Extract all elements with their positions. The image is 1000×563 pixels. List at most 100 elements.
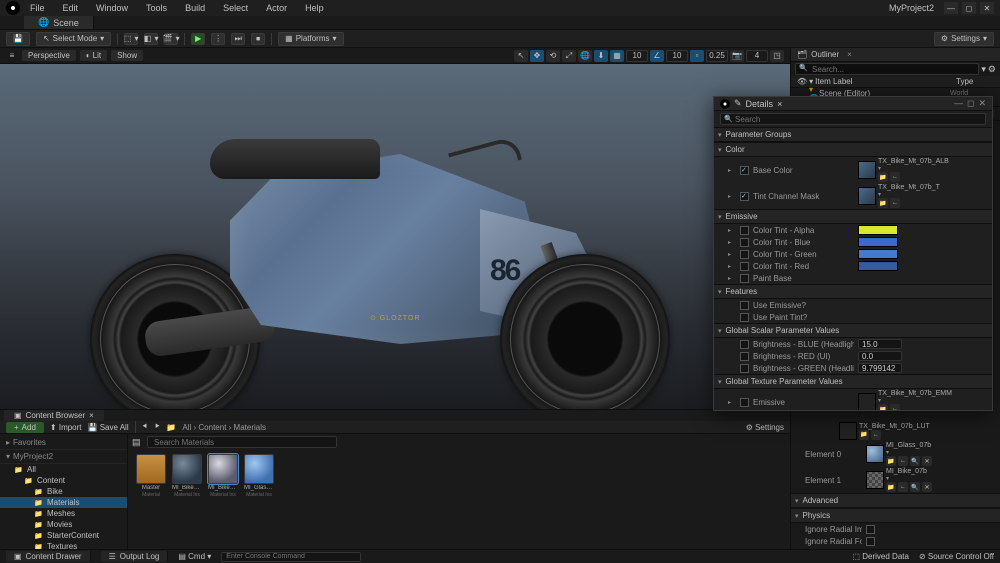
close-icon[interactable]: × — [89, 411, 94, 420]
property-row[interactable]: Element 1MI_Bike_07b▾📁←🔍✕ — [791, 467, 1000, 493]
save-button[interactable]: 💾 — [6, 32, 30, 46]
breadcrumb[interactable]: All › Content › Materials — [182, 423, 266, 432]
tree-item[interactable]: 📁Movies — [0, 519, 127, 530]
tab-content-browser[interactable]: ▣Content Browser× — [4, 410, 104, 421]
asset-tile[interactable]: MI_Glass_07bMaterial Ins — [244, 454, 274, 498]
param-checkbox[interactable] — [740, 352, 749, 361]
section-emissive[interactable]: Emissive — [714, 209, 992, 224]
play-button[interactable]: ▶ — [191, 33, 205, 45]
browse-icon[interactable]: 📁 — [886, 456, 896, 466]
transform-select-button[interactable]: ↖ — [514, 50, 528, 62]
grid-snap-button[interactable]: ▦ — [610, 50, 624, 62]
search-icon[interactable]: 🔍 — [910, 456, 920, 466]
camera-speed-button[interactable]: 📷 — [730, 50, 744, 62]
derived-data-button[interactable]: ⬚ Derived Data — [852, 552, 908, 561]
transform-scale-button[interactable]: ⤢ — [562, 50, 576, 62]
param-checkbox[interactable] — [740, 340, 749, 349]
angle-snap-button[interactable]: ∠ — [650, 50, 664, 62]
source-control-button[interactable]: ⊘ Source Control Off — [919, 552, 994, 561]
maximize-icon[interactable]: ◻ — [962, 2, 976, 14]
outliner-search-input[interactable] — [795, 63, 979, 75]
stop-button[interactable]: ⏹ — [251, 33, 265, 45]
close-icon[interactable]: ✕ — [980, 2, 994, 14]
content-drawer-tab[interactable]: ▣ Content Drawer — [6, 551, 91, 562]
browse-icon[interactable]: 📁 — [859, 430, 869, 440]
settings-icon[interactable]: ⚙ — [988, 64, 996, 75]
viewmode-dropdown[interactable]: ◐Lit — [80, 50, 107, 61]
save-all-button[interactable]: 💾 Save All — [88, 423, 129, 432]
property-row[interactable]: Ignore Radial Impulse — [791, 523, 1000, 535]
add-button[interactable]: +Add — [6, 422, 44, 433]
material-thumb[interactable] — [866, 445, 884, 463]
number-field[interactable]: 9.799142 — [858, 363, 902, 373]
console-input[interactable] — [221, 552, 361, 562]
world-local-toggle[interactable]: 🌐 — [578, 50, 592, 62]
surface-snap-button[interactable]: ⬇ — [594, 50, 608, 62]
platforms-dropdown[interactable]: ▦Platforms▾ — [278, 32, 343, 46]
maximize-icon[interactable]: ◻ — [967, 98, 974, 109]
perspective-dropdown[interactable]: Perspective — [22, 50, 76, 61]
param-checkbox[interactable] — [740, 192, 749, 201]
checkbox[interactable] — [866, 525, 875, 534]
viewport-3d[interactable]: 86 ⊙ GLOZTOR — [0, 64, 790, 409]
grid-snap-value[interactable]: 10 — [626, 50, 648, 62]
reset-icon[interactable]: ✕ — [922, 456, 932, 466]
property-row[interactable]: Ignore Radial Force — [791, 535, 1000, 547]
param-checkbox[interactable] — [740, 313, 749, 322]
asset-tile[interactable]: MI_Bike_07bMaterial Ins — [208, 454, 238, 498]
asset-tile[interactable]: MasterMaterial — [136, 454, 166, 498]
menu-edit[interactable]: Edit — [55, 1, 87, 15]
camera-speed-value[interactable]: 4 — [746, 50, 768, 62]
details-panel[interactable]: ✎ Details × — ◻ ✕ 🔍▦ ⚙ Parameter Groups … — [713, 96, 993, 411]
menu-window[interactable]: Window — [88, 1, 136, 15]
material-thumb[interactable] — [866, 471, 884, 489]
asset-search-input[interactable] — [147, 436, 337, 448]
details-header[interactable]: ✎ Details × — ◻ ✕ — [714, 97, 992, 111]
menu-actor[interactable]: Actor — [258, 1, 295, 15]
section-advanced[interactable]: Advanced — [791, 493, 1000, 508]
filter-icon[interactable]: ▾ — [981, 64, 986, 75]
settings-button[interactable]: ⚙ Settings — [746, 423, 784, 432]
menu-file[interactable]: File — [22, 1, 53, 15]
minimize-icon[interactable]: — — [944, 2, 958, 14]
section-physics[interactable]: Physics — [791, 508, 1000, 523]
tree-item[interactable]: 📁Textures — [0, 541, 127, 549]
minimize-icon[interactable]: — — [954, 98, 963, 109]
param-checkbox[interactable] — [740, 166, 749, 175]
play-options-button[interactable]: ⋮ — [211, 33, 225, 45]
tree-item[interactable]: 📁Meshes — [0, 508, 127, 519]
folder-icon[interactable]: 📁 — [166, 423, 176, 432]
tab-scene[interactable]: 🌐 Scene — [24, 16, 94, 29]
add-content-button[interactable]: ⬚▾ — [124, 33, 138, 45]
output-log-tab[interactable]: ☰ Output Log — [101, 551, 169, 562]
menu-select[interactable]: Select — [215, 1, 256, 15]
section-param-groups[interactable]: Parameter Groups — [714, 127, 992, 142]
color-swatch[interactable] — [858, 237, 898, 247]
menu-tools[interactable]: Tools — [138, 1, 175, 15]
scale-snap-value[interactable]: 0.25 — [706, 50, 728, 62]
tree-item[interactable]: 📁All — [0, 464, 127, 475]
asset-grid[interactable]: MasterMaterialMI_Bike_07bMaterial InsMI_… — [128, 450, 790, 549]
section-features[interactable]: Features — [714, 284, 992, 299]
param-checkbox[interactable] — [740, 398, 749, 407]
history-back-button[interactable]: ⯇ — [142, 422, 148, 432]
select-mode-dropdown[interactable]: ↖Select Mode▾ — [36, 32, 111, 46]
scale-snap-button[interactable]: ▫ — [690, 50, 704, 62]
tab-close-icon[interactable]: × — [777, 99, 782, 109]
step-button[interactable]: ⏭ — [231, 33, 245, 45]
property-row[interactable]: Element 0MI_Glass_07b▾📁←🔍✕ — [791, 441, 1000, 467]
param-checkbox[interactable] — [740, 274, 749, 283]
eye-icon[interactable]: 👁 — [797, 77, 807, 86]
param-checkbox[interactable] — [740, 238, 749, 247]
color-swatch[interactable] — [858, 225, 898, 235]
history-forward-button[interactable]: ⯈ — [154, 422, 160, 432]
param-checkbox[interactable] — [740, 226, 749, 235]
viewport-menu-icon[interactable]: ≡ — [6, 50, 18, 62]
search-icon[interactable]: 🔍 — [910, 482, 920, 492]
asset-tile[interactable]: MI_Bike_07bMaterial Ins — [172, 454, 202, 498]
color-swatch[interactable] — [858, 249, 898, 259]
param-checkbox[interactable] — [740, 301, 749, 310]
use-icon[interactable]: ← — [871, 430, 881, 440]
import-button[interactable]: ⬆ Import — [50, 423, 82, 432]
number-field[interactable]: 15.0 — [858, 339, 902, 349]
